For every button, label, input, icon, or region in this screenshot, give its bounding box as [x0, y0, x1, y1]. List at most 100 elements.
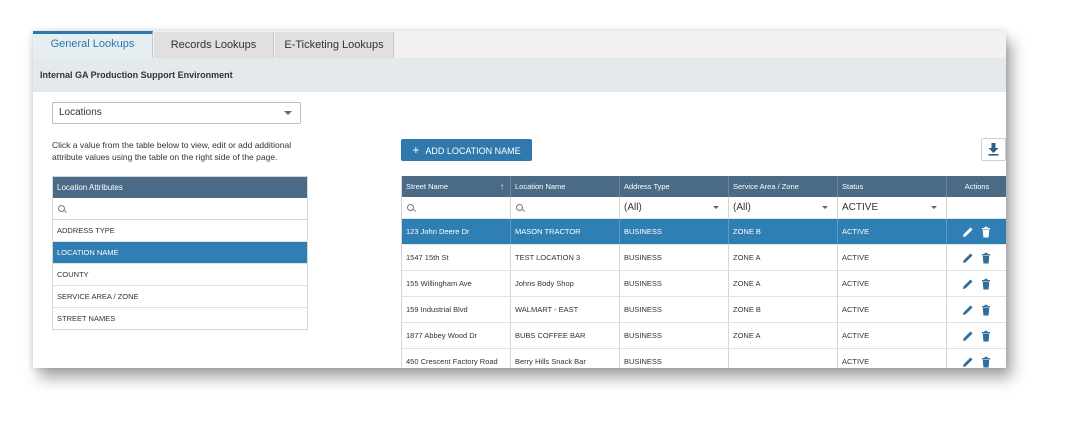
- location-name-cell: WALMART - EAST: [511, 297, 620, 322]
- tab-bar: General Lookups Records Lookups E-Ticket…: [33, 31, 1006, 58]
- actions-cell: [947, 245, 1006, 270]
- attribute-row-county[interactable]: COUNTY: [53, 264, 307, 286]
- service-area-cell: ZONE B: [729, 297, 838, 322]
- locations-table: Street Name ↑ Location Name Address Type …: [401, 176, 1006, 368]
- attribute-row-service-area[interactable]: SERVICE AREA / ZONE: [53, 286, 307, 308]
- delete-trash-icon[interactable]: [980, 278, 992, 290]
- column-header-address-type[interactable]: Address Type: [620, 176, 729, 197]
- street-name-cell: 159 Industrial Blvd: [402, 297, 511, 322]
- chevron-down-icon: [713, 206, 719, 209]
- address-type-cell: BUSINESS: [620, 219, 729, 244]
- location-name-cell: BUBS COFFEE BAR: [511, 323, 620, 348]
- status-cell: ACTIVE: [838, 245, 947, 270]
- chevron-down-icon: [284, 111, 292, 115]
- table-row[interactable]: 1547 15th St TEST LOCATION 3 BUSINESS ZONE …: [402, 245, 1006, 271]
- filter-value: (All): [624, 202, 642, 213]
- address-type-filter-select[interactable]: (All): [620, 197, 729, 218]
- table-header-row: Street Name ↑ Location Name Address Type …: [402, 176, 1006, 197]
- lookup-select[interactable]: Locations: [52, 102, 301, 124]
- delete-trash-icon[interactable]: [980, 226, 992, 238]
- search-icon: [516, 204, 523, 211]
- tab-e-ticketing-lookups[interactable]: E-Ticketing Lookups: [275, 32, 394, 58]
- help-text: Click a value from the table below to vi…: [52, 140, 292, 162]
- service-area-filter-select[interactable]: (All): [729, 197, 838, 218]
- attribute-row-address-type[interactable]: ADDRESS TYPE: [53, 220, 307, 242]
- service-area-cell: ZONE A: [729, 245, 838, 270]
- delete-trash-icon[interactable]: [980, 252, 992, 264]
- chevron-down-icon: [931, 206, 937, 209]
- edit-pencil-icon[interactable]: [962, 304, 974, 316]
- actions-cell: [947, 323, 1006, 348]
- table-row[interactable]: 159 Industrial Blvd WALMART - EAST BUSINES…: [402, 297, 1006, 323]
- location-name-cell: Berry Hills Snack Bar: [511, 349, 620, 368]
- service-area-cell: ZONE A: [729, 271, 838, 296]
- actions-cell: [947, 297, 1006, 322]
- location-attributes-header: Location Attributes: [53, 177, 307, 198]
- filter-value: ACTIVE: [842, 202, 879, 213]
- column-header-location-name[interactable]: Location Name: [511, 176, 620, 197]
- edit-pencil-icon[interactable]: [962, 356, 974, 368]
- table-filter-row: (All) (All) ACTIVE: [402, 197, 1006, 219]
- location-name-cell: MASON TRACTOR: [511, 219, 620, 244]
- street-name-filter-input[interactable]: [402, 197, 511, 218]
- address-type-cell: BUSINESS: [620, 271, 729, 296]
- edit-pencil-icon[interactable]: [962, 278, 974, 290]
- delete-trash-icon[interactable]: [980, 356, 992, 368]
- location-name-filter-input[interactable]: [511, 197, 620, 218]
- service-area-cell: ZONE B: [729, 219, 838, 244]
- street-name-cell: 1547 15th St: [402, 245, 511, 270]
- edit-pencil-icon[interactable]: [962, 330, 974, 342]
- location-name-cell: TEST LOCATION 3: [511, 245, 620, 270]
- table-row[interactable]: 155 Willingham Ave Johns Body Shop BUSINES…: [402, 271, 1006, 297]
- table-row[interactable]: 1877 Abbey Wood Dr BUBS COFFEE BAR BUSINES…: [402, 323, 1006, 349]
- status-cell: ACTIVE: [838, 219, 947, 244]
- environment-banner: Internal GA Production Support Environme…: [33, 58, 1006, 92]
- column-header-street-name[interactable]: Street Name ↑: [402, 176, 511, 197]
- column-label: Street Name: [406, 182, 449, 191]
- status-cell: ACTIVE: [838, 349, 947, 368]
- location-attributes-table: Location Attributes ADDRESS TYPE LOCATIO…: [52, 176, 308, 330]
- status-cell: ACTIVE: [838, 323, 947, 348]
- actions-cell: [947, 271, 1006, 296]
- attributes-search-input[interactable]: [53, 198, 307, 220]
- search-icon: [407, 204, 414, 211]
- delete-trash-icon[interactable]: [980, 304, 992, 316]
- address-type-cell: BUSINESS: [620, 323, 729, 348]
- app-window: General Lookups Records Lookups E-Ticket…: [33, 31, 1006, 368]
- chevron-down-icon: [822, 206, 828, 209]
- street-name-cell: 123 John Deere Dr: [402, 219, 511, 244]
- service-area-cell: [729, 349, 838, 368]
- status-cell: ACTIVE: [838, 297, 947, 322]
- attribute-row-street-names[interactable]: STREET NAMES: [53, 308, 307, 329]
- table-row[interactable]: 123 John Deere Dr MASON TRACTOR BUSINESS ZO…: [402, 219, 1006, 245]
- add-location-name-button[interactable]: + ADD LOCATION NAME: [401, 139, 532, 161]
- search-icon: [58, 205, 65, 212]
- lookup-select-value: Locations: [59, 107, 102, 118]
- actions-cell: [947, 349, 1006, 368]
- download-icon: [988, 143, 999, 156]
- edit-pencil-icon[interactable]: [962, 226, 974, 238]
- location-name-cell: Johns Body Shop: [511, 271, 620, 296]
- column-header-status[interactable]: Status: [838, 176, 947, 197]
- address-type-cell: BUSINESS: [620, 245, 729, 270]
- filter-value: (All): [733, 202, 751, 213]
- download-button[interactable]: [981, 138, 1006, 161]
- delete-trash-icon[interactable]: [980, 330, 992, 342]
- table-row[interactable]: 450 Crescent Factory Road Berry Hills Sna…: [402, 349, 1006, 368]
- edit-pencil-icon[interactable]: [962, 252, 974, 264]
- actions-filter-cell: [947, 197, 1006, 218]
- column-header-actions: Actions: [947, 176, 1006, 197]
- street-name-cell: 450 Crescent Factory Road: [402, 349, 511, 368]
- plus-icon: +: [412, 143, 420, 157]
- status-filter-select[interactable]: ACTIVE: [838, 197, 947, 218]
- tab-general-lookups[interactable]: General Lookups: [33, 31, 153, 58]
- street-name-cell: 1877 Abbey Wood Dr: [402, 323, 511, 348]
- column-header-service-area[interactable]: Service Area / Zone: [729, 176, 838, 197]
- add-location-name-label: ADD LOCATION NAME: [425, 146, 521, 156]
- address-type-cell: BUSINESS: [620, 349, 729, 368]
- address-type-cell: BUSINESS: [620, 297, 729, 322]
- tab-records-lookups[interactable]: Records Lookups: [154, 32, 274, 58]
- sort-ascending-icon: ↑: [500, 182, 504, 191]
- attribute-row-location-name[interactable]: LOCATION NAME: [53, 242, 307, 264]
- actions-cell: [947, 219, 1006, 244]
